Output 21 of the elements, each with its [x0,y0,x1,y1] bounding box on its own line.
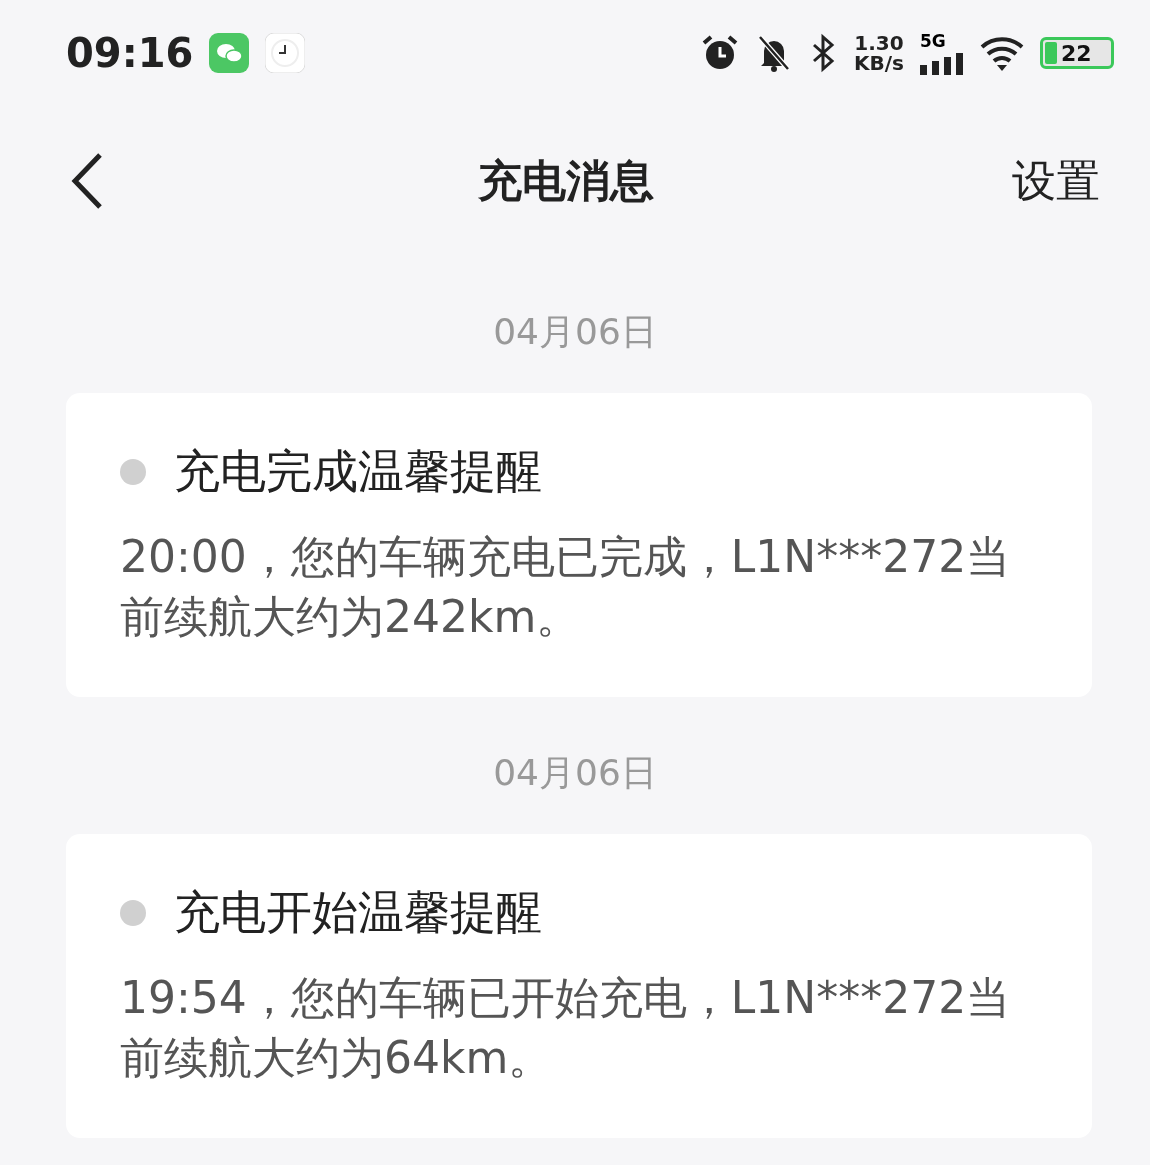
message-body: 19:54，您的车辆已开始充电，L1N***272当前续航大约为64km。 [120,971,1012,1085]
message-title: 充电开始温馨提醒 [174,884,542,941]
chat-app-icon [209,33,250,73]
bullet-icon [120,459,146,485]
network-type: 5G [920,31,946,51]
message-body: 20:00，您的车辆充电已完成，L1N***272当前续航大约为242km。 [120,530,1012,644]
network-speed: 1.30 [854,33,904,53]
message-card[interactable]: 充电完成温馨提醒 20:00，您的车辆充电已完成，L1N***272当前续航大约为242km。 [66,393,1092,697]
message-date: 04月06日 [492,310,658,354]
message-date: 04月06日 [492,751,658,795]
battery-charge-fill [1045,42,1057,64]
battery-level: 22 [1061,40,1092,66]
message-title: 充电完成温馨提醒 [174,443,542,500]
network-speed-unit: KB/s [854,53,904,73]
bullet-icon [120,900,146,926]
status-time: 09:16 [66,30,194,76]
settings-button[interactable]: 设置 [1012,151,1100,211]
message-card[interactable]: 充电开始温馨提醒 19:54，您的车辆已开始充电，L1N***272当前续航大约为64km。 [66,834,1092,1138]
page-title: 充电消息 [477,153,655,208]
clock-app-icon [265,33,306,73]
signal-icon [920,53,964,75]
